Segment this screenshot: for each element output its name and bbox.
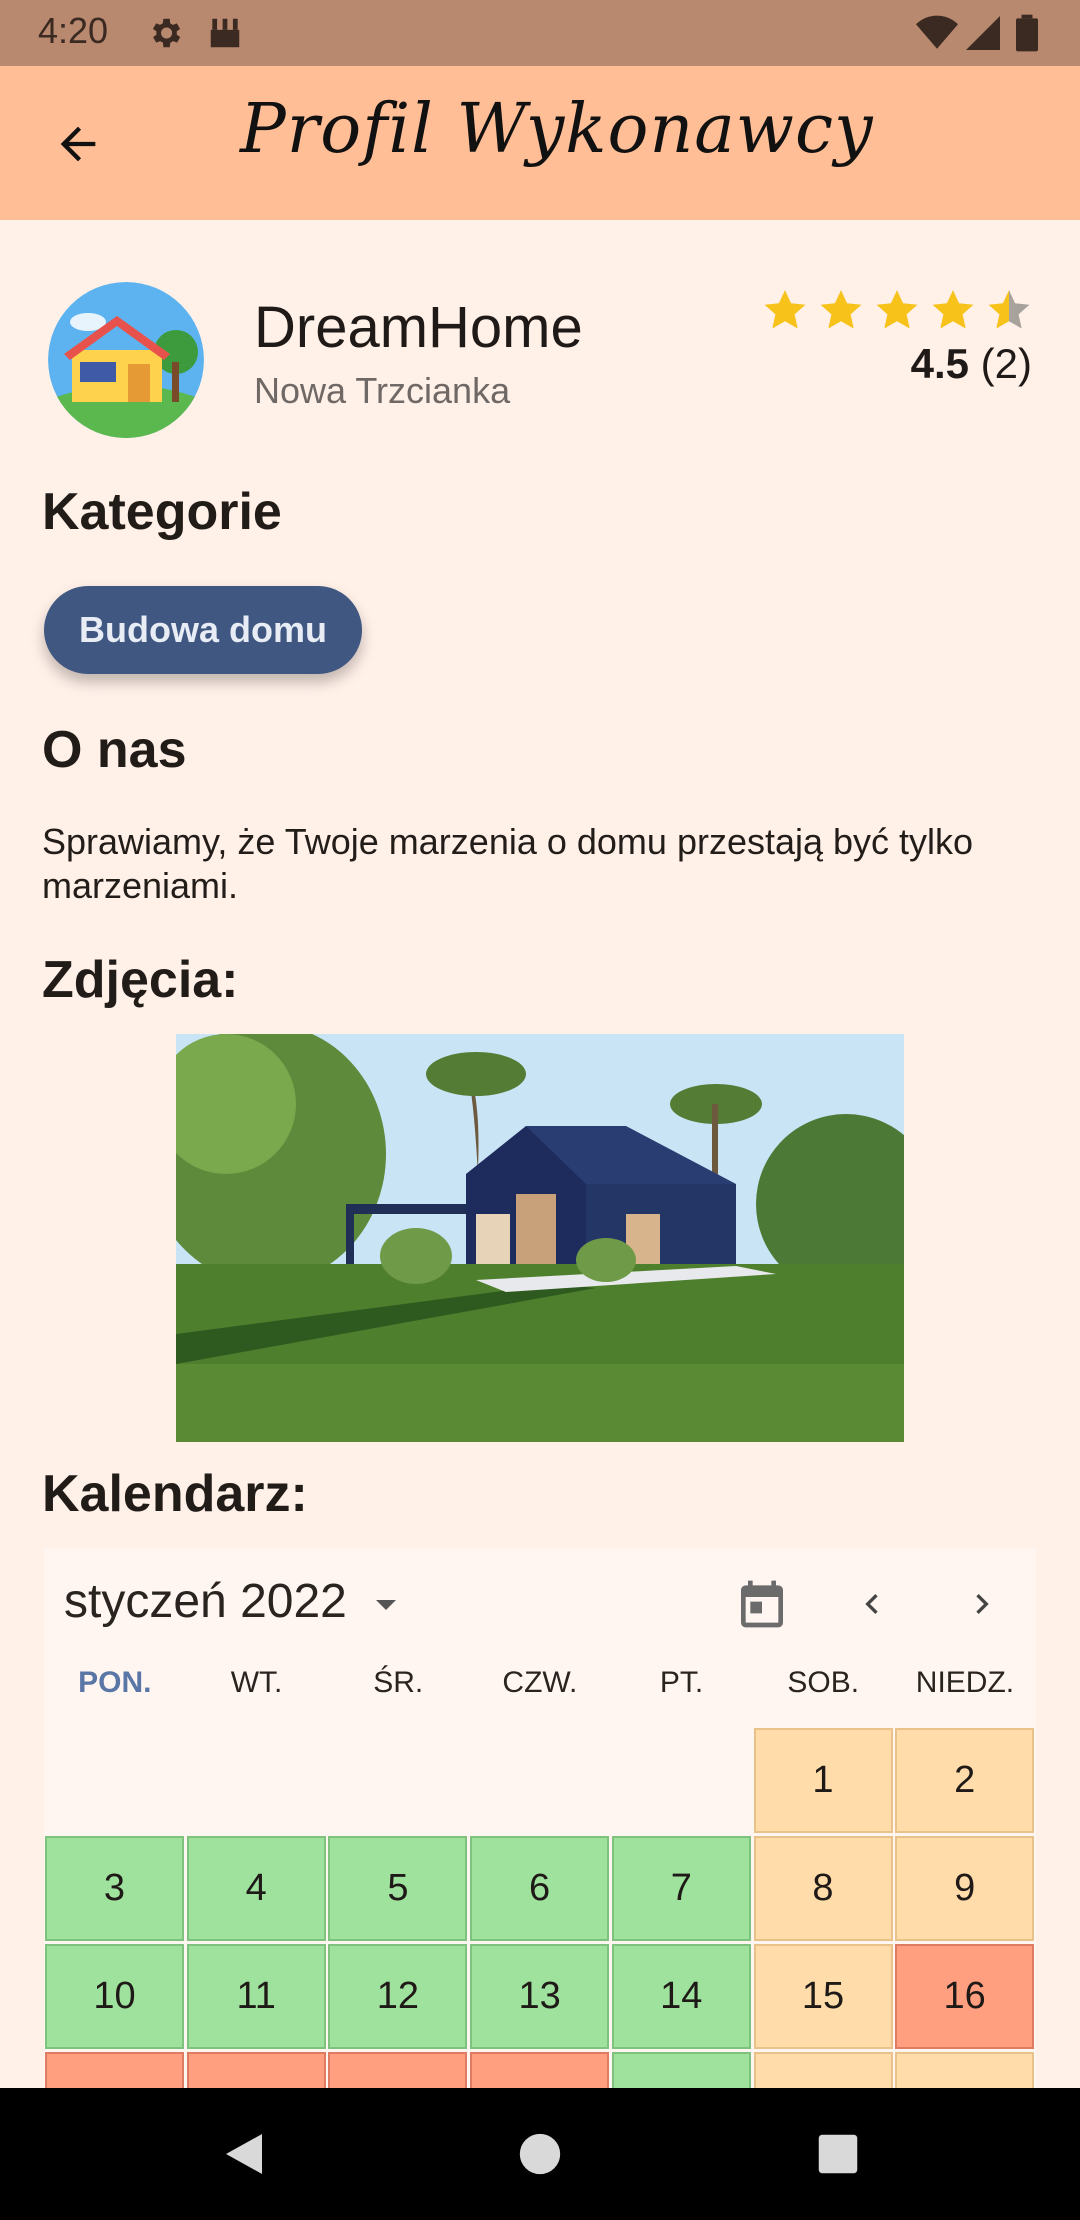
rating-count: (2) (980, 340, 1032, 387)
weekday-header: PON. WT. ŚR. CZW. PT. SOB. NIEDZ. (44, 1666, 1036, 1716)
rating-summary: 4.5 (2) (911, 340, 1032, 388)
calendar-day[interactable]: 2 (895, 1728, 1035, 1833)
weekday-label: ŚR. (373, 1666, 424, 1699)
calendar-day[interactable]: 3 (45, 1836, 184, 1941)
status-time: 4:20 (38, 10, 109, 51)
calendar-day[interactable]: 1 (753, 1728, 893, 1833)
wifi-icon (916, 15, 958, 49)
next-month-button[interactable] (950, 1572, 1014, 1636)
rating-value: 4.5 (910, 340, 969, 387)
weekday-label: WT. (230, 1666, 283, 1699)
notification-app-icon (210, 18, 240, 48)
business-name: DreamHome (254, 295, 583, 360)
calendar-day[interactable] (45, 2052, 184, 2088)
photos-heading: Zdjęcia: (42, 951, 239, 1009)
calendar-day[interactable] (753, 2052, 893, 2088)
nav-back-button[interactable] (212, 2122, 276, 2186)
calendar-day[interactable]: 7 (611, 1836, 751, 1941)
calendar-day[interactable]: 9 (895, 1836, 1035, 1941)
calendar-day[interactable]: 5 (328, 1836, 468, 1941)
arrow-left-icon (60, 126, 96, 162)
app-bar: Profil Wykonawcy (0, 66, 1080, 220)
nav-home-icon (519, 2133, 561, 2175)
calendar-day[interactable]: 6 (470, 1836, 610, 1941)
page-title: Profil Wykonawcy (240, 90, 874, 169)
back-button[interactable] (40, 106, 116, 182)
calendar-day[interactable] (895, 2052, 1035, 2088)
calendar-day[interactable]: 16 (895, 1944, 1035, 2049)
calendar-day[interactable]: 12 (328, 1944, 468, 2049)
calendar-heading: Kalendarz: (42, 1465, 308, 1523)
settings-icon (152, 18, 181, 48)
calendar-day[interactable]: 4 (186, 1836, 326, 1941)
system-nav-bar (0, 2088, 1080, 2220)
calendar-month-label[interactable]: styczeń 2022 (64, 1574, 347, 1629)
calendar-day[interactable] (328, 2052, 468, 2088)
avatar (48, 282, 204, 438)
calendar-day[interactable]: 15 (753, 1944, 893, 2049)
weekday-label: PON. (78, 1666, 152, 1699)
status-bar: 4:20 (0, 0, 1080, 66)
category-chip[interactable]: Budowa domu (44, 586, 362, 674)
nav-back-icon (226, 2134, 262, 2174)
weekday-label: NIEDZ. (915, 1666, 1015, 1699)
nav-home-button[interactable] (508, 2122, 572, 2186)
calendar-day[interactable]: 11 (186, 1944, 326, 2049)
battery-icon (1016, 14, 1038, 52)
star-icon (764, 290, 806, 329)
star-icon (820, 290, 862, 329)
calendar-icon (741, 1580, 783, 1628)
star-icon (932, 290, 974, 329)
calendar-day[interactable]: 8 (753, 1836, 893, 1941)
previous-month-button[interactable] (840, 1572, 904, 1636)
calendar-day[interactable] (186, 2052, 326, 2088)
business-city: Nowa Trzcianka (254, 370, 511, 411)
calendar-widget: styczeń 2022 PON. WT. ŚR. CZW. PT. SOB. NIEDZ.… (44, 1548, 1036, 2088)
house-photo-image (176, 1034, 904, 1442)
rating-stars (760, 286, 1034, 336)
weekday-label: CZW. (502, 1666, 578, 1699)
weekday-label: PT. (659, 1666, 704, 1699)
chevron-right-icon (976, 1594, 989, 1614)
calendar-day[interactable] (470, 2052, 610, 2088)
nav-recents-button[interactable] (806, 2122, 870, 2186)
nav-recents-icon (818, 2134, 858, 2174)
signal-icon (966, 16, 1000, 50)
star-icon (988, 290, 1030, 329)
chevron-left-icon (865, 1594, 878, 1614)
calendar-picker-button[interactable] (730, 1572, 794, 1636)
calendar-day[interactable]: 13 (470, 1944, 610, 2049)
dropdown-arrow-icon[interactable] (374, 1598, 398, 1612)
categories-heading: Kategorie (42, 483, 282, 541)
calendar-day[interactable] (611, 2052, 751, 2088)
about-text: Sprawiamy, że Twoje marzenia o domu prze… (42, 821, 974, 906)
calendar-day[interactable]: 14 (611, 1944, 751, 2049)
star-icon (876, 290, 918, 329)
calendar-day[interactable]: 10 (45, 1944, 184, 2049)
weekday-label: SOB. (787, 1666, 860, 1699)
about-heading: O nas (42, 721, 187, 779)
gallery-photo[interactable] (176, 1034, 904, 1442)
profile-content[interactable]: DreamHome Nowa Trzcianka 4.5 (2) Kategor… (0, 220, 1080, 2088)
house-avatar-icon (48, 282, 204, 438)
